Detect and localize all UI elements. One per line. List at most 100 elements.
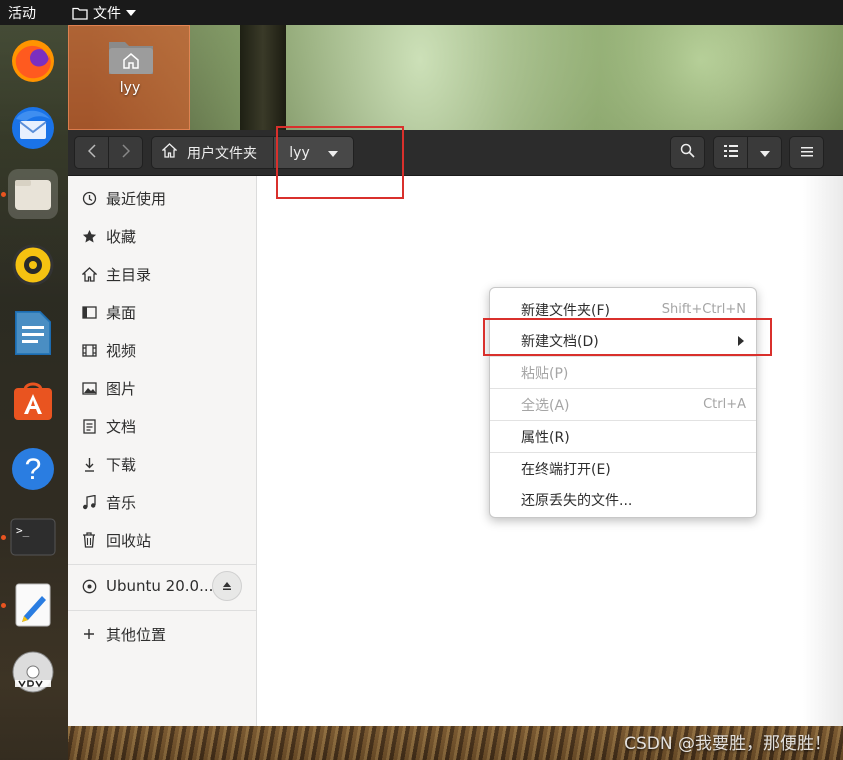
annotation-box-new-document: [483, 318, 772, 356]
back-button[interactable]: [74, 136, 109, 169]
desktop-folder-lyy[interactable]: lyy: [68, 25, 190, 130]
sidebar-item-label: 桌面: [106, 303, 137, 322]
software-center-icon[interactable]: [8, 375, 58, 425]
sidebar-item-trash[interactable]: 回收站: [68, 521, 256, 559]
sidebar-item-device[interactable]: Ubuntu 20.0...: [68, 567, 256, 605]
svg-text:?: ?: [25, 453, 42, 486]
sidebar-divider: [68, 610, 256, 611]
wallpaper-tree: [240, 25, 286, 130]
hamburger-menu-button[interactable]: [789, 136, 824, 169]
sidebar-item-home[interactable]: 主目录: [68, 255, 256, 293]
dock: ? >_: [0, 25, 68, 760]
sidebar-divider: [68, 564, 256, 565]
terminal-icon[interactable]: >_: [8, 512, 58, 562]
sidebar-item-label: 回收站: [106, 531, 152, 550]
hamburger-icon: [800, 145, 813, 161]
forward-button[interactable]: [108, 136, 143, 169]
top-bar: 活动 文件: [0, 0, 843, 25]
breadcrumb-home[interactable]: 用户文件夹: [151, 136, 274, 169]
sidebar-item-pictures[interactable]: 图片: [68, 369, 256, 407]
sidebar-item-label: 收藏: [106, 227, 137, 246]
image-icon: [68, 381, 106, 395]
running-indicator: [1, 192, 6, 197]
home-icon: [68, 266, 106, 282]
sidebar-item-music[interactable]: 音乐: [68, 483, 256, 521]
activities-button[interactable]: 活动: [0, 3, 70, 23]
search-button[interactable]: [670, 136, 705, 169]
watermark: CSDN @我要胜，那便胜！: [624, 734, 831, 754]
svg-text:>_: >_: [16, 524, 30, 537]
menu-item-properties[interactable]: 属性(R): [490, 421, 756, 452]
trash-icon: [68, 532, 106, 548]
sidebar-item-label: 主目录: [106, 265, 152, 284]
sidebar-item-downloads[interactable]: 下载: [68, 445, 256, 483]
search-icon: [680, 143, 695, 162]
sidebar-item-label: 文档: [106, 417, 137, 436]
disc-icon: [68, 579, 106, 594]
menu-item-select-all[interactable]: 全选(A) Ctrl+A: [490, 389, 756, 420]
menu-item-restore-missing[interactable]: 还原丢失的文件...: [490, 484, 756, 515]
sidebar-item-label: 下载: [106, 455, 137, 474]
menu-item-label: 粘贴(P): [521, 365, 569, 382]
home-folder-icon: [107, 36, 155, 80]
menu-item-label: 还原丢失的文件...: [521, 492, 633, 509]
eject-icon: [222, 577, 232, 595]
home-icon: [161, 143, 178, 162]
thunderbird-icon[interactable]: [8, 103, 58, 153]
app-menu-label: 文件: [93, 5, 121, 22]
sidebar-item-other-locations[interactable]: 其他位置: [68, 615, 256, 653]
header-bar: 用户文件夹 lyy: [68, 130, 843, 176]
breadcrumb-home-label: 用户文件夹: [187, 145, 257, 162]
desktop-folder-label: lyy: [119, 80, 141, 96]
eject-button[interactable]: [212, 571, 242, 601]
sidebar-item-label: Ubuntu 20.0...: [106, 577, 214, 595]
chevron-right-icon: [121, 143, 130, 162]
list-view-button[interactable]: [713, 136, 748, 169]
menu-item-paste[interactable]: 粘贴(P): [490, 357, 756, 388]
sidebar-item-videos[interactable]: 视频: [68, 331, 256, 369]
text-editor-icon[interactable]: [8, 580, 58, 630]
chevron-left-icon: [87, 143, 96, 162]
app-menu[interactable]: 文件: [70, 3, 136, 23]
sidebar-item-documents[interactable]: 文档: [68, 407, 256, 445]
plus-icon: [68, 628, 106, 640]
caret-down-icon: [759, 145, 770, 161]
list-view-icon: [723, 144, 738, 161]
sidebar-item-desktop[interactable]: 桌面: [68, 293, 256, 331]
dvd-icon[interactable]: [8, 647, 58, 697]
document-icon: [68, 418, 106, 434]
sidebar: 最近使用 收藏 主目录 桌面 视频 图片 文档 下载 音乐 回收站 Ubuntu…: [68, 176, 257, 726]
menu-item-label: 在终端打开(E): [521, 461, 611, 478]
menu-item-accelerator: Ctrl+A: [703, 397, 746, 412]
desktop-icon: [68, 305, 106, 319]
view-options-button[interactable]: [747, 136, 782, 169]
sidebar-item-label: 视频: [106, 341, 137, 360]
menu-item-label: 新建文件夹(F): [521, 302, 610, 319]
sidebar-item-starred[interactable]: 收藏: [68, 217, 256, 255]
help-icon[interactable]: ?: [8, 444, 58, 494]
clock-icon: [68, 191, 106, 206]
menu-item-label: 全选(A): [521, 397, 570, 414]
sidebar-item-label: 图片: [106, 379, 137, 398]
sidebar-item-recent[interactable]: 最近使用: [68, 179, 256, 217]
menu-item-accelerator: Shift+Ctrl+N: [661, 302, 746, 317]
menu-item-open-in-terminal[interactable]: 在终端打开(E): [490, 453, 756, 484]
star-icon: [68, 229, 106, 244]
running-indicator: [1, 603, 6, 608]
music-icon: [68, 494, 106, 510]
sidebar-item-label: 音乐: [106, 493, 137, 512]
sidebar-item-label: 最近使用: [106, 189, 167, 208]
menu-item-label: 属性(R): [521, 429, 570, 446]
annotation-box-breadcrumb: [276, 126, 404, 199]
window-edge-shadow: [803, 176, 843, 726]
running-indicator: [1, 535, 6, 540]
caret-down-icon: [126, 9, 136, 16]
libreoffice-writer-icon[interactable]: [8, 308, 58, 358]
film-icon: [68, 343, 106, 357]
files-icon[interactable]: [8, 169, 58, 219]
folder-icon: [72, 6, 88, 20]
download-icon: [68, 457, 106, 472]
sidebar-item-label: 其他位置: [106, 625, 167, 644]
firefox-icon[interactable]: [8, 36, 58, 86]
rhythmbox-icon[interactable]: [8, 240, 58, 290]
